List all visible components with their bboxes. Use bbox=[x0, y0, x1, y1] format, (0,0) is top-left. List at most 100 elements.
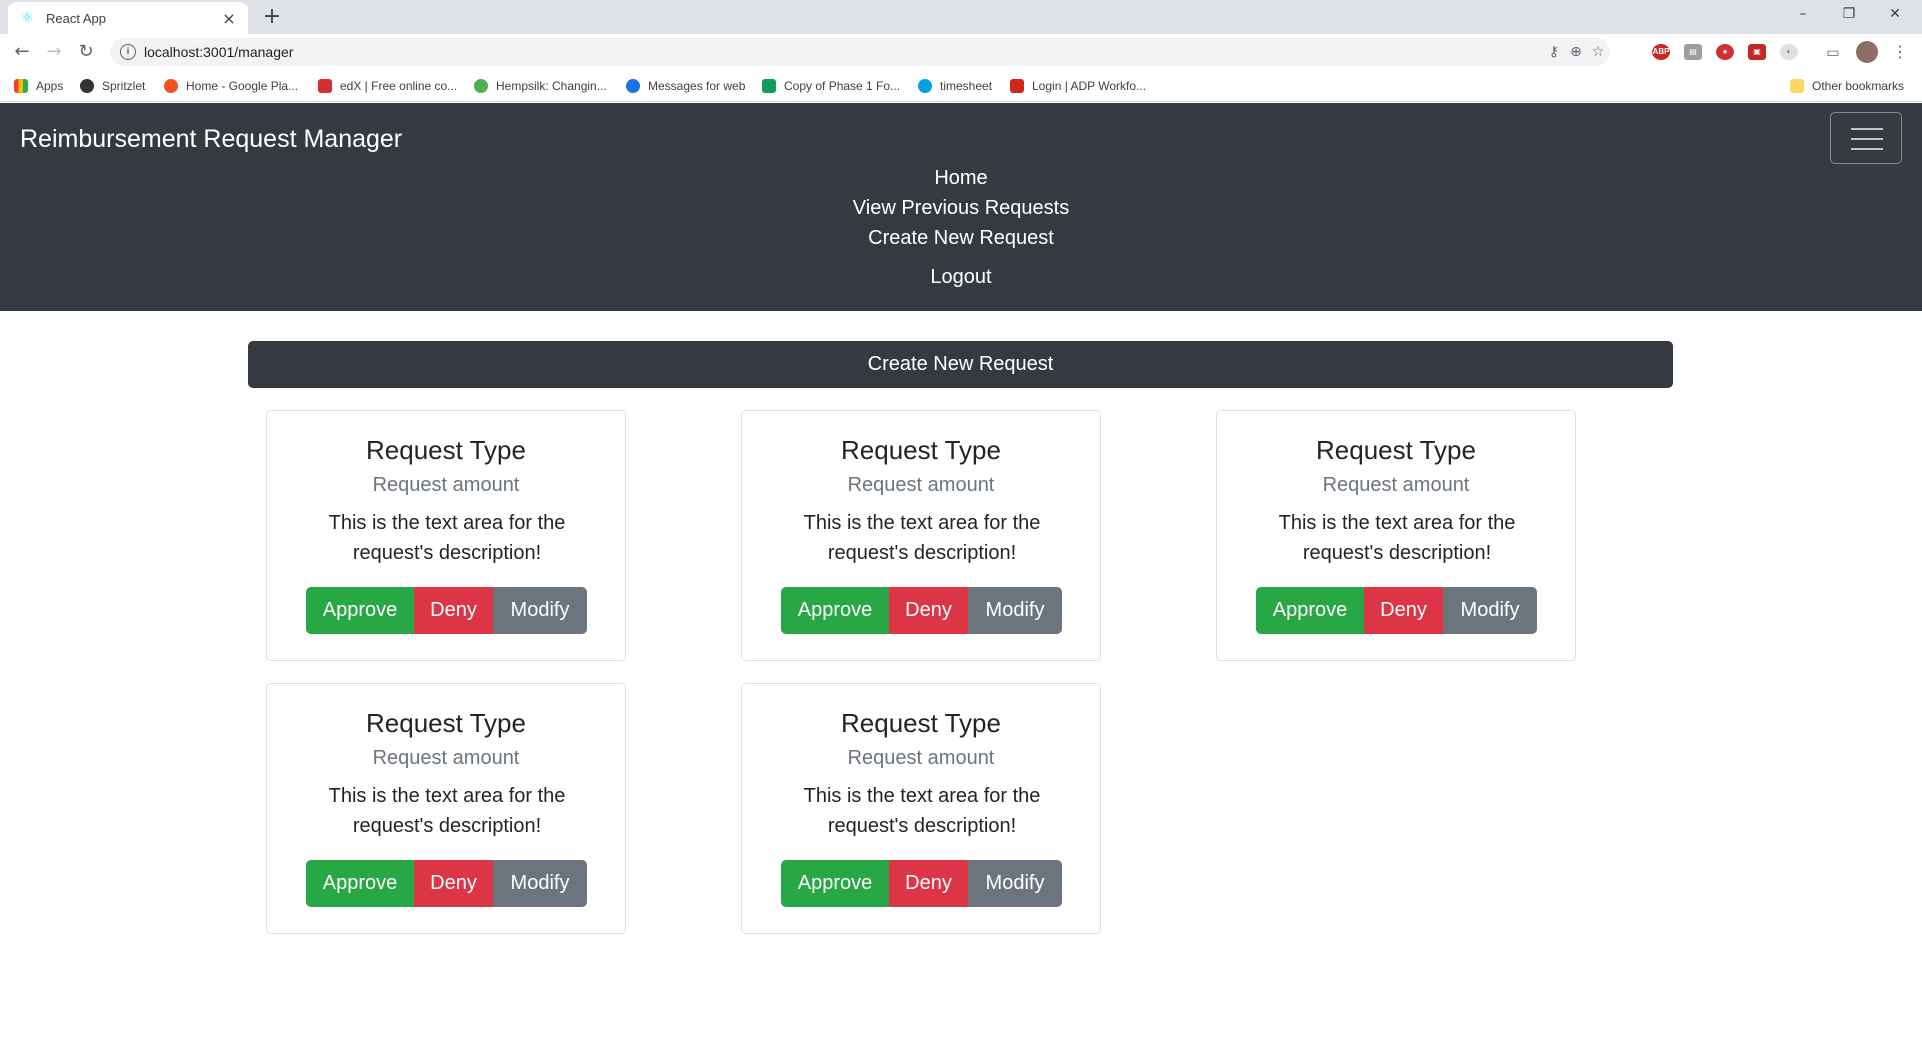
bookmark-label: Home - Google Pla... bbox=[186, 79, 299, 93]
bookmark-item[interactable]: Copy of Phase 1 Fo... bbox=[762, 77, 900, 95]
request-card: Request Type Request amount This is the … bbox=[741, 410, 1101, 661]
forward-icon[interactable]: → bbox=[40, 39, 68, 65]
bookmark-label: Spritzlet bbox=[102, 79, 146, 93]
hamburger-icon bbox=[1851, 128, 1883, 130]
card-title: Request Type bbox=[366, 708, 526, 738]
apps-grid-icon bbox=[14, 79, 28, 93]
minimize-icon[interactable]: – bbox=[1780, 0, 1826, 30]
hamburger-icon bbox=[1851, 148, 1883, 150]
card-description: This is the text area for the request's … bbox=[328, 785, 566, 837]
deny-button[interactable]: Deny bbox=[1364, 587, 1443, 634]
card-subtitle: Request amount bbox=[1322, 474, 1470, 496]
approve-button[interactable]: Approve bbox=[306, 587, 414, 634]
bookmark-label: edX | Free online co... bbox=[340, 79, 458, 93]
card-button-group: Approve Deny Modify bbox=[306, 587, 587, 634]
other-bookmarks[interactable]: Other bookmarks bbox=[1790, 77, 1904, 95]
bookmark-item[interactable]: edX | Free online co... bbox=[318, 77, 457, 95]
bookmark-item[interactable]: Messages for web bbox=[626, 77, 745, 95]
modify-button[interactable]: Modify bbox=[968, 587, 1062, 634]
card-subtitle: Request amount bbox=[372, 474, 520, 496]
bookmark-item[interactable]: timesheet bbox=[918, 77, 992, 95]
salesforce-icon bbox=[918, 79, 932, 93]
browser-tab-strip: ⚛ React App × + – ❐ ✕ bbox=[0, 0, 1922, 34]
profile-avatar[interactable] bbox=[1856, 41, 1878, 63]
bookmark-item[interactable]: Apps bbox=[14, 77, 63, 95]
bookmark-label: Apps bbox=[36, 79, 64, 93]
approve-button[interactable]: Approve bbox=[1256, 587, 1364, 634]
card-title: Request Type bbox=[366, 435, 526, 465]
bookmarks-bar: Apps Spritzlet Home - Google Pla... edX … bbox=[0, 70, 1922, 102]
card-button-group: Approve Deny Modify bbox=[306, 860, 587, 907]
card-description: This is the text area for the request's … bbox=[328, 512, 566, 564]
card-subtitle: Request amount bbox=[847, 747, 995, 769]
bookmark-label: Messages for web bbox=[648, 79, 746, 93]
extension-icon[interactable]: ▤ bbox=[1684, 44, 1702, 60]
modify-button[interactable]: Modify bbox=[968, 860, 1062, 907]
request-card: Request Type Request amount This is the … bbox=[266, 410, 626, 661]
nav-create-request[interactable]: Create New Request bbox=[0, 223, 1922, 253]
card-button-group: Approve Deny Modify bbox=[781, 587, 1062, 634]
back-icon[interactable]: ← bbox=[8, 39, 36, 65]
bookmark-label: Hempsilk: Changin... bbox=[496, 79, 607, 93]
approve-button[interactable]: Approve bbox=[781, 587, 889, 634]
approve-button[interactable]: Approve bbox=[306, 860, 414, 907]
close-tab-icon[interactable]: × bbox=[220, 9, 238, 28]
card-title: Request Type bbox=[841, 435, 1001, 465]
card-description: This is the text area for the request's … bbox=[803, 785, 1041, 837]
bookmark-item[interactable]: Login | ADP Workfo... bbox=[1010, 77, 1146, 95]
app-navbar: Reimbursement Request Manager Home View … bbox=[0, 103, 1922, 311]
deny-button[interactable]: Deny bbox=[414, 860, 493, 907]
request-card: Request Type Request amount This is the … bbox=[1216, 410, 1576, 661]
request-card: Request Type Request amount This is the … bbox=[741, 683, 1101, 934]
modify-button[interactable]: Modify bbox=[493, 587, 587, 634]
bookmark-label: Copy of Phase 1 Fo... bbox=[784, 79, 901, 93]
card-description: This is the text area for the request's … bbox=[803, 512, 1041, 564]
bookmark-label: timesheet bbox=[940, 79, 993, 93]
deny-button[interactable]: Deny bbox=[889, 860, 968, 907]
reload-icon[interactable]: ↻ bbox=[72, 39, 100, 65]
window-close-icon[interactable]: ✕ bbox=[1872, 0, 1918, 30]
messages-icon bbox=[626, 79, 640, 93]
nav-home[interactable]: Home bbox=[0, 163, 1922, 193]
navbar-toggler-button[interactable] bbox=[1830, 112, 1902, 164]
nav-list: Home View Previous Requests Create New R… bbox=[0, 163, 1922, 292]
bookmark-star-icon[interactable]: ☆ bbox=[1588, 43, 1608, 61]
bookmark-item[interactable]: Spritzlet bbox=[80, 77, 145, 95]
restore-icon[interactable]: ❐ bbox=[1826, 0, 1872, 30]
address-bar[interactable]: i localhost:3001/manager ⚷ ⊕ ☆ bbox=[110, 38, 1610, 66]
zoom-icon[interactable]: ⊕ bbox=[1566, 43, 1586, 61]
bookmark-item[interactable]: Hempsilk: Changin... bbox=[474, 77, 607, 95]
hamburger-icon bbox=[1851, 138, 1883, 140]
other-bookmarks-label: Other bookmarks bbox=[1812, 79, 1905, 93]
browser-tab[interactable]: ⚛ React App × bbox=[8, 2, 248, 34]
modify-button[interactable]: Modify bbox=[1443, 587, 1537, 634]
bookmark-label: Login | ADP Workfo... bbox=[1032, 79, 1147, 93]
nav-logout[interactable]: Logout bbox=[0, 262, 1922, 292]
modify-button[interactable]: Modify bbox=[493, 860, 587, 907]
new-tab-icon[interactable]: + bbox=[258, 4, 286, 32]
navbar-brand[interactable]: Reimbursement Request Manager bbox=[20, 125, 402, 154]
extension-red-icon[interactable]: ● bbox=[1716, 44, 1734, 60]
nav-previous-requests[interactable]: View Previous Requests bbox=[0, 193, 1922, 223]
card-title: Request Type bbox=[1316, 435, 1476, 465]
deny-button[interactable]: Deny bbox=[889, 587, 968, 634]
card-description: This is the text area for the request's … bbox=[1278, 512, 1516, 564]
edx-icon bbox=[318, 79, 332, 93]
site-info-icon[interactable]: i bbox=[120, 44, 136, 60]
create-new-request-button[interactable]: Create New Request bbox=[248, 341, 1673, 388]
adblock-icon[interactable]: ABP bbox=[1652, 44, 1670, 60]
folder-icon bbox=[1790, 79, 1804, 93]
extension-pdf-icon[interactable]: ▣ bbox=[1748, 44, 1766, 60]
cast-icon[interactable]: ▭ bbox=[1824, 44, 1842, 60]
approve-button[interactable]: Approve bbox=[781, 860, 889, 907]
chrome-menu-icon[interactable]: ⋮ bbox=[1886, 39, 1914, 65]
deny-button[interactable]: Deny bbox=[414, 587, 493, 634]
react-icon: ⚛ bbox=[19, 8, 35, 27]
browser-toolbar: ← → ↻ i localhost:3001/manager ⚷ ⊕ ☆ ABP… bbox=[0, 34, 1922, 70]
card-button-group: Approve Deny Modify bbox=[1256, 587, 1537, 634]
extension-gray-icon[interactable]: ◐ bbox=[1780, 44, 1798, 60]
bookmark-item[interactable]: Home - Google Pla... bbox=[164, 77, 298, 95]
key-icon[interactable]: ⚷ bbox=[1544, 43, 1564, 61]
hempsilk-icon bbox=[474, 79, 488, 93]
card-title: Request Type bbox=[841, 708, 1001, 738]
